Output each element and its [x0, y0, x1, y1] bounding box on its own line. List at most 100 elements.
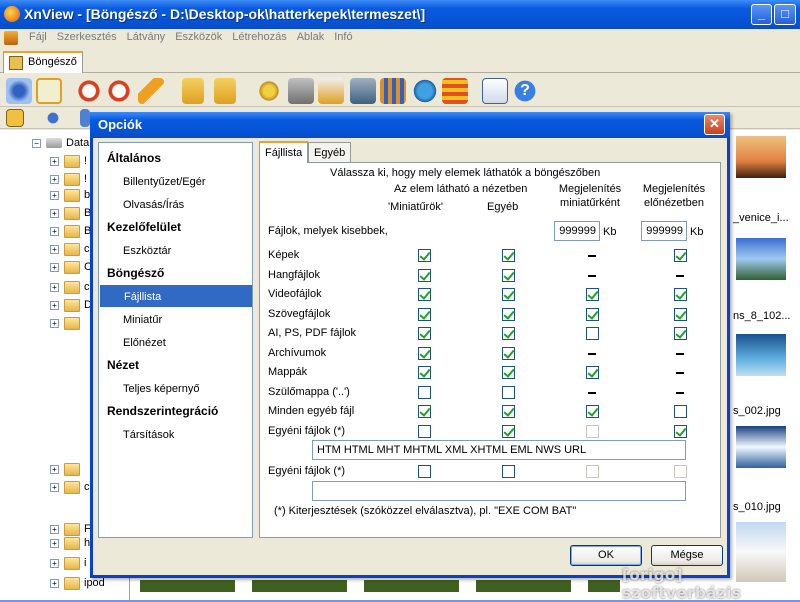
contact-sheet-icon[interactable]: [442, 78, 468, 104]
web-globe-icon[interactable]: [412, 78, 438, 104]
custom-extensions-input-1[interactable]: HTM HTML MHT MHTML XML XHTML EML NWS URL: [312, 440, 686, 460]
option-checkbox[interactable]: [674, 288, 687, 301]
expand-icon[interactable]: +: [50, 227, 59, 236]
nav-item[interactable]: Társítások: [99, 423, 252, 445]
expand-icon[interactable]: +: [50, 319, 59, 328]
option-checkbox[interactable]: [418, 346, 431, 360]
expand-icon[interactable]: +: [50, 579, 59, 588]
option-checkbox[interactable]: [674, 327, 687, 340]
preview-size-limit-input[interactable]: 999999: [641, 221, 687, 241]
option-checkbox[interactable]: [418, 424, 431, 438]
menu-item[interactable]: Infó: [329, 31, 357, 43]
transform-icon[interactable]: [138, 78, 164, 104]
thumbnail-image[interactable]: [736, 238, 786, 280]
nav-group-header[interactable]: Nézet: [107, 358, 139, 372]
nav-group-header[interactable]: Rendszerintegráció: [107, 404, 218, 418]
nav-group-header[interactable]: Kezelőfelület: [107, 220, 181, 234]
tab-browser[interactable]: Böngésző: [3, 51, 83, 73]
option-checkbox[interactable]: [502, 268, 515, 282]
copy-to-icon[interactable]: [182, 78, 204, 104]
option-checkbox[interactable]: [418, 385, 431, 399]
expand-icon[interactable]: +: [50, 191, 59, 200]
option-checkbox[interactable]: [674, 424, 687, 438]
app-menu-icon[interactable]: [4, 31, 18, 45]
nav-item[interactable]: Fájllista: [100, 285, 252, 307]
maximize-button[interactable]: □: [774, 4, 796, 25]
move-to-icon[interactable]: [214, 78, 236, 104]
option-checkbox[interactable]: [418, 288, 431, 301]
minimize-button[interactable]: _: [751, 4, 772, 25]
option-checkbox[interactable]: [502, 288, 515, 301]
thumbnail-image[interactable]: [736, 334, 786, 376]
menu-item[interactable]: Fájl: [24, 31, 52, 43]
tab-other[interactable]: Egyéb: [308, 142, 352, 163]
cancel-button[interactable]: Mégse: [651, 545, 723, 566]
option-checkbox[interactable]: [674, 307, 687, 321]
custom-extensions-input-2[interactable]: [312, 481, 686, 501]
menu-item[interactable]: Létrehozás: [227, 31, 291, 43]
option-checkbox[interactable]: [674, 405, 687, 418]
nav-group-header[interactable]: Böngésző: [107, 266, 164, 280]
nav-item[interactable]: Miniatűr: [99, 308, 252, 330]
option-checkbox[interactable]: [502, 307, 515, 321]
nav-item[interactable]: Előnézet: [99, 331, 252, 353]
expand-icon[interactable]: +: [50, 301, 59, 310]
option-checkbox[interactable]: [502, 327, 515, 340]
favorites-star-icon[interactable]: [44, 109, 62, 127]
nav-item[interactable]: Olvasás/Írás: [99, 193, 252, 215]
expand-icon[interactable]: +: [50, 157, 59, 166]
rotate-left-icon[interactable]: [76, 78, 102, 104]
nav-item[interactable]: Billentyűzet/Egér: [99, 170, 252, 192]
option-checkbox[interactable]: [586, 327, 599, 340]
expand-icon[interactable]: +: [50, 175, 59, 184]
print-icon[interactable]: [288, 78, 314, 104]
help-icon[interactable]: ?: [512, 78, 538, 104]
thumbnail-image[interactable]: [736, 136, 786, 178]
option-checkbox[interactable]: [418, 366, 431, 379]
option-checkbox[interactable]: [418, 465, 431, 478]
option-checkbox[interactable]: [502, 249, 515, 262]
folders-icon[interactable]: [6, 109, 24, 127]
option-checkbox[interactable]: [418, 249, 431, 262]
browser-mode-icon[interactable]: [36, 78, 62, 104]
option-checkbox[interactable]: [586, 307, 599, 321]
nav-item[interactable]: Eszköztár: [99, 239, 252, 261]
expand-icon[interactable]: +: [50, 483, 59, 492]
option-checkbox[interactable]: [418, 327, 431, 340]
tree-folder[interactable]: + ipod: [0, 576, 129, 592]
expand-icon[interactable]: +: [50, 539, 59, 548]
option-checkbox[interactable]: [418, 268, 431, 282]
menu-item[interactable]: Látvány: [122, 31, 171, 43]
collapse-icon[interactable]: −: [32, 139, 41, 148]
thumb-size-limit-input[interactable]: 999999: [554, 221, 600, 241]
tab-file-list[interactable]: Fájllista: [259, 141, 309, 163]
option-checkbox[interactable]: [502, 405, 515, 418]
filter-icon[interactable]: [80, 109, 90, 127]
nav-group-header[interactable]: Általános: [107, 151, 161, 165]
option-checkbox[interactable]: [502, 465, 515, 478]
expand-icon[interactable]: +: [50, 559, 59, 568]
nav-item[interactable]: Teljes képernyő: [99, 377, 252, 399]
menu-item[interactable]: Eszközök: [170, 31, 227, 43]
option-checkbox[interactable]: [674, 249, 687, 262]
option-checkbox[interactable]: [418, 405, 431, 418]
expand-icon[interactable]: +: [50, 525, 59, 534]
expand-icon[interactable]: +: [50, 209, 59, 218]
option-checkbox[interactable]: [586, 366, 599, 379]
search-icon[interactable]: [256, 78, 282, 104]
export-icon[interactable]: [318, 78, 344, 104]
menu-item[interactable]: Szerkesztés: [52, 31, 122, 43]
option-checkbox[interactable]: [502, 424, 515, 438]
menu-item[interactable]: Ablak: [292, 31, 330, 43]
expand-icon[interactable]: +: [50, 465, 59, 474]
options-icon[interactable]: [482, 78, 508, 104]
expand-icon[interactable]: +: [50, 245, 59, 254]
option-checkbox[interactable]: [418, 307, 431, 321]
ok-button[interactable]: OK: [570, 545, 642, 566]
slideshow-icon[interactable]: [380, 78, 406, 104]
expand-icon[interactable]: +: [50, 283, 59, 292]
option-checkbox[interactable]: [502, 366, 515, 379]
option-checkbox[interactable]: [586, 288, 599, 301]
camera-icon[interactable]: [350, 78, 376, 104]
dialog-close-button[interactable]: ✕: [704, 114, 725, 135]
